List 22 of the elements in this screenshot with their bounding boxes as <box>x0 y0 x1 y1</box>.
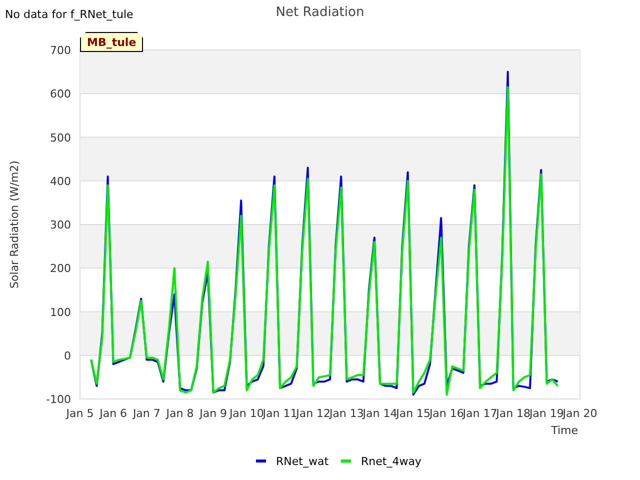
tick-label: Jan 7 <box>132 407 160 420</box>
tick-label: 500 <box>50 131 71 144</box>
tick-label: Jan 5 <box>66 407 94 420</box>
axis-title: Time <box>551 424 578 437</box>
tick-label: 0 <box>64 349 71 362</box>
tick-label: 300 <box>50 218 71 232</box>
axis-title: Solar Radiation (W/m2) <box>8 160 21 288</box>
tick-label: 600 <box>50 88 71 101</box>
tick-label: 400 <box>50 174 71 188</box>
tick-label: 700 <box>50 44 71 57</box>
no-data-notice: No data for f_RNet_tule <box>5 8 134 21</box>
legend-label: RNet_wat <box>276 455 329 468</box>
tick-label: Jan 8 <box>166 407 194 420</box>
tick-label: 100 <box>50 306 71 319</box>
legend-label: Rnet_4way <box>361 455 422 468</box>
chart-title: Net Radiation <box>276 5 364 20</box>
tick-label: Jan 9 <box>200 407 228 420</box>
tick-label: 200 <box>50 262 71 276</box>
site-tag: MB_tule <box>80 32 144 52</box>
tick-label: Jan 20 <box>562 407 598 420</box>
tick-label: -100 <box>46 393 71 406</box>
tick-label: Jan 6 <box>100 407 128 420</box>
